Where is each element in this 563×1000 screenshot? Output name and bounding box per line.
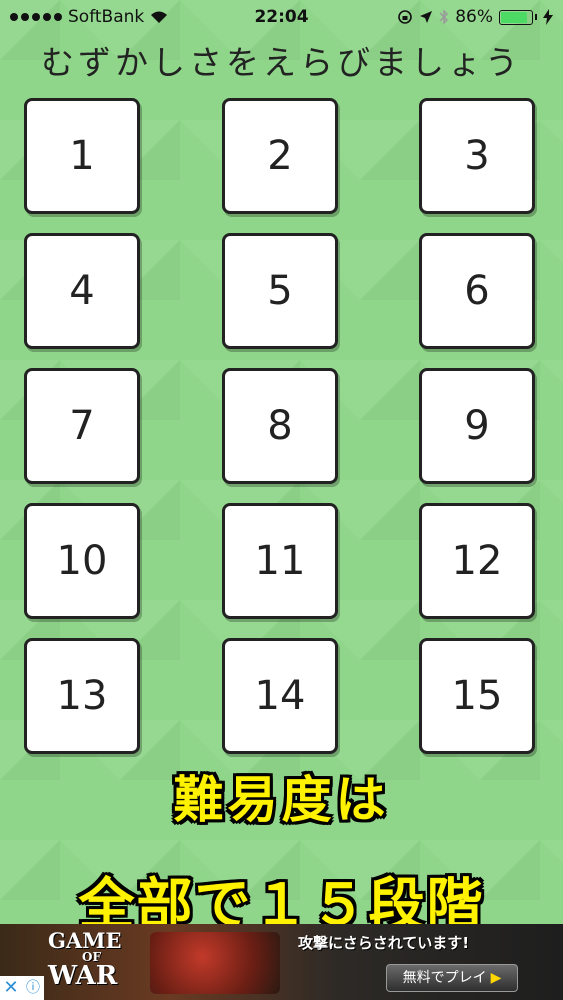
level-button-15[interactable]: 15 bbox=[419, 638, 535, 754]
level-button-11[interactable]: 11 bbox=[222, 503, 338, 619]
level-button-10[interactable]: 10 bbox=[24, 503, 140, 619]
wifi-icon bbox=[151, 11, 168, 23]
ad-tagline: 攻撃にさらされています! bbox=[298, 934, 470, 952]
level-button-7[interactable]: 7 bbox=[24, 368, 140, 484]
ad-play-button[interactable]: 無料でプレイ ▶ bbox=[386, 964, 518, 992]
level-button-12[interactable]: 12 bbox=[419, 503, 535, 619]
location-icon bbox=[420, 11, 433, 23]
play-arrow-icon: ▶ bbox=[490, 970, 502, 986]
level-button-14[interactable]: 14 bbox=[222, 638, 338, 754]
ad-banner[interactable]: GAME OF WAR 攻撃にさらされています! 無料でプレイ ▶ ✕ ⓘ bbox=[0, 924, 563, 1000]
ad-logo-line1: GAME bbox=[48, 928, 122, 953]
ad-artwork bbox=[150, 932, 280, 994]
level-button-9[interactable]: 9 bbox=[419, 368, 535, 484]
ad-close-icon[interactable]: ✕ bbox=[0, 976, 22, 1000]
level-button-8[interactable]: 8 bbox=[222, 368, 338, 484]
level-grid: 1 2 3 4 5 6 7 8 9 10 11 12 13 14 15 bbox=[24, 98, 538, 754]
ad-info-icon[interactable]: ⓘ bbox=[22, 976, 44, 1000]
charging-icon bbox=[543, 9, 553, 25]
caption-difficulty: 難易度は bbox=[173, 771, 390, 829]
level-button-13[interactable]: 13 bbox=[24, 638, 140, 754]
battery-icon bbox=[499, 9, 537, 25]
ad-logo-line3: WAR bbox=[48, 961, 118, 991]
carrier-name: SoftBank bbox=[68, 7, 145, 27]
signal-strength-icon bbox=[10, 13, 62, 21]
battery-percent: 86% bbox=[455, 7, 493, 27]
level-button-5[interactable]: 5 bbox=[222, 233, 338, 349]
level-button-3[interactable]: 3 bbox=[419, 98, 535, 214]
level-button-6[interactable]: 6 bbox=[419, 233, 535, 349]
level-button-4[interactable]: 4 bbox=[24, 233, 140, 349]
ad-game-logo: GAME OF WAR bbox=[48, 930, 148, 989]
ad-play-label: 無料でプレイ bbox=[402, 970, 487, 986]
level-button-1[interactable]: 1 bbox=[24, 98, 140, 214]
page-title: むずかしさをえらびましょう bbox=[41, 43, 522, 82]
status-bar: SoftBank 22:04 86% bbox=[0, 0, 563, 34]
rotation-lock-icon bbox=[398, 10, 413, 24]
bluetooth-icon bbox=[439, 9, 449, 25]
level-button-2[interactable]: 2 bbox=[222, 98, 338, 214]
